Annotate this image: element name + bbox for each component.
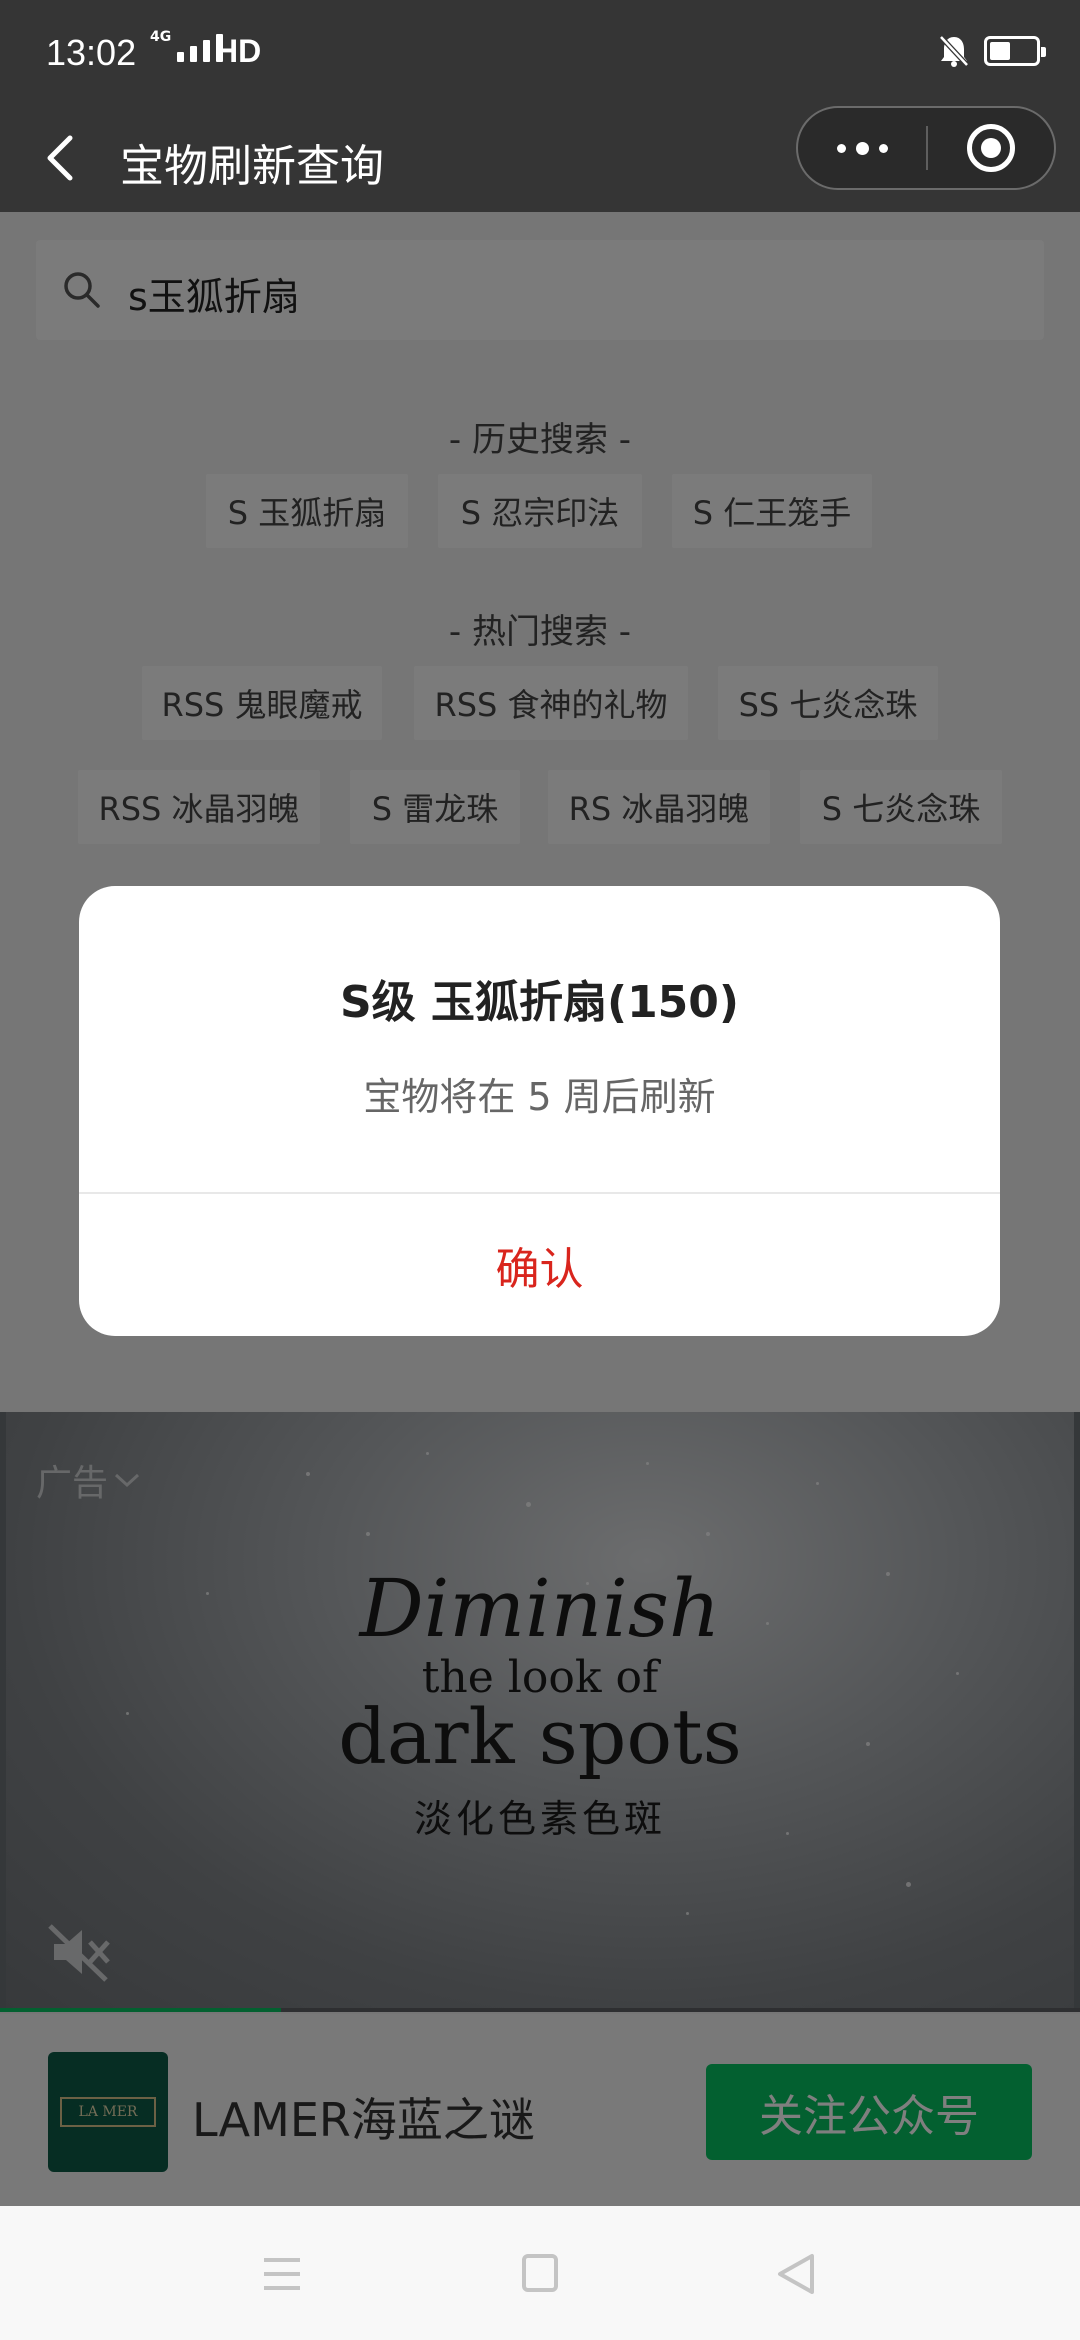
network-type: 4G: [150, 29, 172, 45]
menu-icon[interactable]: [262, 2256, 302, 2292]
back-triangle-icon[interactable]: [776, 2252, 816, 2296]
status-time: 13:02: [46, 32, 137, 73]
target-icon: [966, 124, 1015, 172]
home-square-icon[interactable]: [522, 2254, 558, 2292]
battery-level: [990, 42, 1010, 60]
back-arrow-icon[interactable]: [40, 128, 80, 188]
dialog-message: 宝物将在 5 周后刷新: [363, 1075, 716, 1119]
miniprogram-capsule: [796, 106, 1056, 190]
more-dots-icon: [836, 143, 846, 153]
page-title: 宝物刷新查询: [120, 141, 384, 192]
status-bar: 13:02 4G HD: [0, 0, 1080, 106]
signal-icon: 4G: [150, 30, 224, 62]
hd-indicator: HD: [215, 33, 262, 69]
system-nav-bar: [0, 2206, 1080, 2340]
battery-icon: [984, 36, 1046, 66]
more-button[interactable]: [798, 108, 926, 188]
dialog-title: S级 玉狐折扇(150): [339, 977, 740, 1028]
refresh-dialog: S级 玉狐折扇(150) 宝物将在 5 周后刷新 确认: [79, 886, 1000, 1336]
confirm-button[interactable]: 确认: [79, 1194, 1000, 1336]
nav-bar: 宝物刷新查询: [0, 106, 1080, 212]
bell-muted-icon: [939, 35, 969, 67]
close-miniprogram-button[interactable]: [928, 108, 1054, 188]
